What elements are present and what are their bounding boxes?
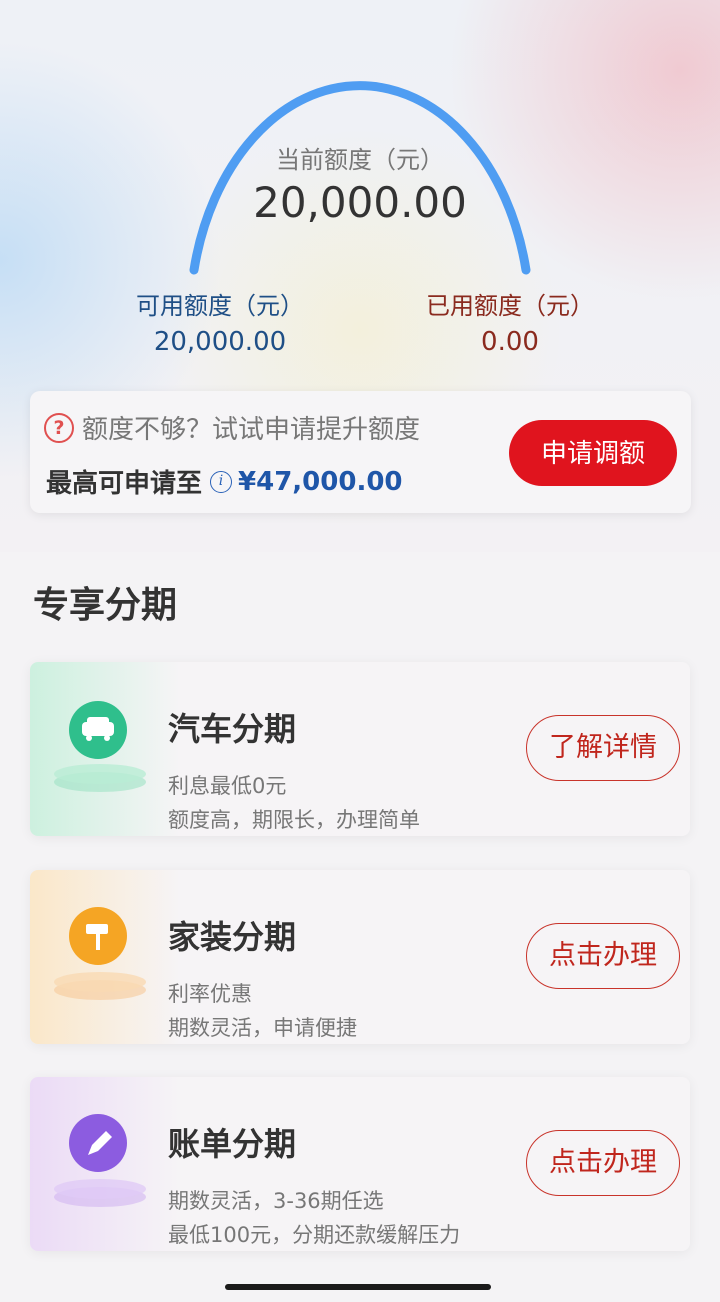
installment-card-car[interactable]: 汽车分期 利息最低0元 额度高，期限长，办理简单 了解详情 (30, 662, 690, 836)
available-limit: 可用额度（元） 20,000.00 (100, 286, 340, 357)
question-icon: ? (44, 412, 74, 443)
promo-question-row: ? 额度不够？试试申请提升额度 (44, 409, 420, 446)
card-title: 家装分期 (168, 918, 297, 956)
used-limit-label: 已用额度（元） (426, 292, 594, 320)
pen-icon (54, 1114, 146, 1207)
apply-adjust-button[interactable]: 申请调额 (509, 420, 677, 486)
info-icon[interactable]: i (210, 470, 233, 493)
learn-more-button[interactable]: 了解详情 (526, 715, 680, 781)
home-indicator[interactable] (225, 1284, 491, 1290)
used-limit-value: 0.00 (481, 327, 539, 357)
card-description: 最低100元，分期还款缓解压力 (168, 1223, 461, 1247)
available-limit-label: 可用额度（元） (136, 292, 304, 320)
max-limit-row: 最高可申请至 i ¥47,000.00 (46, 463, 403, 500)
card-title: 账单分期 (168, 1125, 297, 1163)
current-limit-label: 当前额度（元） (276, 146, 444, 174)
promo-question: 额度不够？试试申请提升额度 (82, 415, 421, 445)
card-title: 汽车分期 (168, 710, 297, 748)
limit-increase-card: ? 额度不够？试试申请提升额度 最高可申请至 i ¥47,000.00 申请调额 (30, 391, 691, 513)
apply-button[interactable]: 点击办理 (526, 1130, 680, 1196)
card-subtitle: 利率优惠 (168, 982, 252, 1006)
card-description: 额度高，期限长，办理简单 (168, 808, 420, 832)
max-limit-value: ¥47,000.00 (238, 466, 403, 497)
max-limit-label: 最高可申请至 (46, 469, 203, 499)
credit-hero: 当前额度（元） 20,000.00 可用额度（元） 20,000.00 已用额度… (0, 0, 720, 552)
card-description: 期数灵活，申请便捷 (168, 1016, 357, 1040)
used-limit: 已用额度（元） 0.00 (390, 286, 630, 357)
card-subtitle: 期数灵活，3-36期任选 (168, 1189, 384, 1213)
installment-card-bill[interactable]: 账单分期 期数灵活，3-36期任选 最低100元，分期还款缓解压力 点击办理 (30, 1077, 690, 1251)
paint-roller-icon (54, 907, 146, 1000)
installment-card-renovation[interactable]: 家装分期 利率优惠 期数灵活，申请便捷 点击办理 (30, 870, 690, 1044)
card-subtitle: 利息最低0元 (168, 774, 287, 798)
available-limit-value: 20,000.00 (153, 327, 287, 357)
apply-button[interactable]: 点击办理 (526, 923, 680, 989)
car-icon (54, 701, 146, 792)
section-title: 专享分期 (33, 585, 178, 626)
current-limit-value: 20,000.00 (253, 178, 467, 227)
